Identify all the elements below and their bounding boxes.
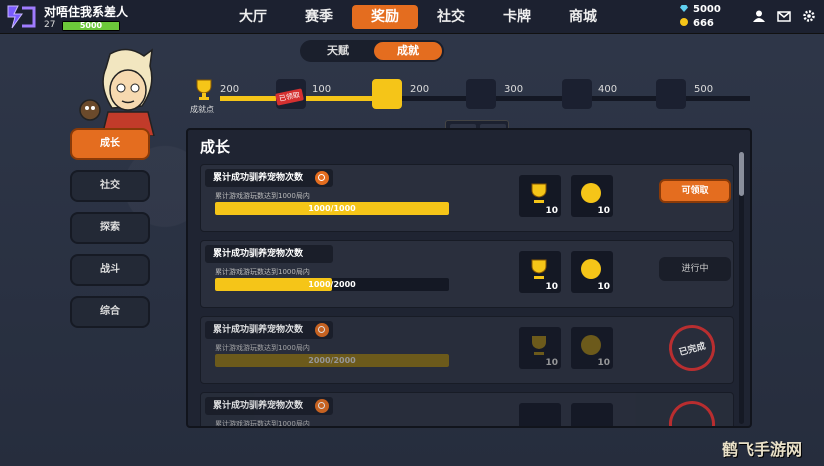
player-name: 对唔住我系差人 bbox=[44, 5, 129, 19]
reward-coin-slot: 10 bbox=[571, 327, 613, 369]
reward-trophy-slot[interactable]: 10 bbox=[519, 251, 561, 293]
watermark: 鹤飞手游网 bbox=[722, 440, 803, 459]
tab-shop[interactable]: 商城 bbox=[550, 5, 616, 29]
task-progress-bar: 1000/2000 bbox=[215, 278, 449, 291]
milestone-chest[interactable] bbox=[656, 79, 686, 109]
tab-social[interactable]: 社交 bbox=[418, 5, 484, 29]
task-progress-bar: 1000/1000 bbox=[215, 202, 449, 215]
task-progress-text: 2000/2000 bbox=[308, 356, 356, 365]
search-icon[interactable] bbox=[315, 323, 330, 337]
coin-icon bbox=[581, 259, 601, 279]
main-tabs: 大厅 赛季 奖励 社交 卡牌 商城 bbox=[220, 5, 616, 29]
task-desc: 累计游戏游玩数达到1000局内 bbox=[215, 420, 310, 428]
player-hp-bar: 5000 bbox=[62, 21, 120, 31]
progress-start-value: 200 bbox=[220, 84, 240, 95]
milestone-chest[interactable] bbox=[466, 79, 496, 109]
task-card: 累计成功驯养宠物次数 累计游戏游玩数达到1000局内 1000/2000 10 … bbox=[200, 240, 734, 308]
reward-amount: 10 bbox=[545, 358, 558, 368]
profile-icon[interactable] bbox=[752, 9, 766, 23]
coin-counter: 666 bbox=[680, 18, 714, 29]
coin-value: 666 bbox=[693, 18, 714, 29]
gem-counter: 5000 bbox=[680, 4, 721, 15]
task-card: 累计成功驯养宠物次数 累计游戏游玩数达到1000局内 2000/2000 10 … bbox=[200, 316, 734, 384]
task-desc: 累计游戏游玩数达到1000局内 bbox=[215, 268, 310, 276]
reward-coin-slot[interactable]: 10 bbox=[571, 175, 613, 217]
search-icon[interactable] bbox=[315, 171, 330, 185]
task-title-text: 累计成功驯养宠物次数 bbox=[213, 401, 304, 411]
player-level: 27 bbox=[44, 20, 56, 30]
character-portrait bbox=[79, 48, 155, 136]
tab-achievement[interactable]: 成就 bbox=[374, 42, 442, 60]
claim-button[interactable]: 可领取 bbox=[659, 179, 731, 203]
task-title: 累计成功驯养宠物次数 bbox=[205, 169, 334, 187]
completed-stamp bbox=[663, 395, 721, 426]
completed-stamp-text: 已完成 bbox=[678, 341, 707, 359]
category-growth[interactable]: 成长 bbox=[70, 128, 150, 160]
progress-label: 成就点 bbox=[190, 105, 214, 114]
milestone-chest-current[interactable] bbox=[372, 79, 402, 109]
task-progress-text: 1000/1000 bbox=[308, 204, 356, 213]
panel-title: 成长 bbox=[200, 138, 231, 156]
milestone-value: 100 bbox=[312, 84, 332, 95]
tab-season[interactable]: 赛季 bbox=[286, 5, 352, 29]
hp-text: 5000 bbox=[79, 21, 103, 30]
reward-trophy-slot: 10 bbox=[519, 327, 561, 369]
tab-talent[interactable]: 天赋 bbox=[304, 42, 372, 60]
task-title-text: 累计成功驯养宠物次数 bbox=[213, 249, 304, 259]
top-bar: 对唔住我系差人 27 5000 大厅 赛季 奖励 社交 卡牌 商城 5000 6… bbox=[0, 0, 824, 34]
coin-icon bbox=[581, 183, 601, 203]
task-desc: 累计游戏游玩数达到1000局内 bbox=[215, 192, 310, 200]
task-title: 累计成功驯养宠物次数 bbox=[205, 397, 334, 415]
reward-coin-slot[interactable]: 10 bbox=[571, 251, 613, 293]
milestone-value: 400 bbox=[598, 84, 618, 95]
trophy-icon bbox=[531, 259, 547, 279]
tab-lobby[interactable]: 大厅 bbox=[220, 5, 286, 29]
reward-amount: 10 bbox=[597, 206, 610, 216]
milestone-value: 300 bbox=[504, 84, 524, 95]
gem-value: 5000 bbox=[693, 4, 721, 15]
game-logo-icon bbox=[7, 5, 36, 29]
completed-stamp: 已完成 bbox=[663, 319, 721, 377]
task-desc: 累计游戏游玩数达到1000局内 bbox=[215, 344, 310, 352]
scrollbar-thumb[interactable] bbox=[739, 152, 744, 196]
in-progress-status: 进行中 bbox=[659, 257, 731, 281]
category-general[interactable]: 综合 bbox=[70, 296, 150, 328]
trophy-icon bbox=[196, 79, 212, 100]
gear-icon[interactable] bbox=[802, 9, 816, 23]
category-explore[interactable]: 探索 bbox=[70, 212, 150, 244]
reward-amount: 10 bbox=[545, 282, 558, 292]
task-progress-bar: 2000/2000 bbox=[215, 354, 449, 367]
task-card: 累计成功驯养宠物次数 累计游戏游玩数达到1000局内 1000/1000 10 … bbox=[200, 164, 734, 232]
trophy-icon bbox=[531, 183, 547, 203]
reward-amount: 10 bbox=[597, 358, 610, 368]
coin-icon bbox=[581, 335, 601, 355]
category-social[interactable]: 社交 bbox=[70, 170, 150, 202]
milestone-value: 200 bbox=[410, 84, 430, 95]
reward-trophy-slot[interactable]: 10 bbox=[519, 175, 561, 217]
task-title-text: 累计成功驯养宠物次数 bbox=[213, 173, 304, 183]
task-title: 累计成功驯养宠物次数 bbox=[205, 245, 334, 263]
sub-tabs: 天赋 成就 bbox=[300, 40, 444, 62]
reward-trophy-slot bbox=[519, 403, 561, 426]
task-card: 累计成功驯养宠物次数 累计游戏游玩数达到1000局内 bbox=[200, 392, 734, 428]
mail-icon[interactable] bbox=[777, 9, 791, 23]
achievement-panel: 成长 累计成功驯养宠物次数 累计游戏游玩数达到1000局内 1000/1000 … bbox=[186, 128, 752, 428]
task-title: 累计成功驯养宠物次数 bbox=[205, 321, 334, 339]
task-title-text: 累计成功驯养宠物次数 bbox=[213, 325, 304, 335]
category-battle[interactable]: 战斗 bbox=[70, 254, 150, 286]
search-icon[interactable] bbox=[315, 399, 330, 413]
reward-amount: 10 bbox=[597, 282, 610, 292]
scrollbar[interactable] bbox=[739, 152, 744, 424]
trophy-icon bbox=[532, 336, 546, 355]
reward-amount: 10 bbox=[545, 206, 558, 216]
reward-coin-slot bbox=[571, 403, 613, 426]
gem-icon bbox=[680, 5, 688, 12]
milestone-chest[interactable] bbox=[562, 79, 592, 109]
milestone-value: 500 bbox=[694, 84, 714, 95]
task-progress-text: 1000/2000 bbox=[308, 280, 356, 289]
coin-icon bbox=[680, 18, 688, 26]
tab-rewards[interactable]: 奖励 bbox=[352, 5, 418, 29]
tab-cards[interactable]: 卡牌 bbox=[484, 5, 550, 29]
